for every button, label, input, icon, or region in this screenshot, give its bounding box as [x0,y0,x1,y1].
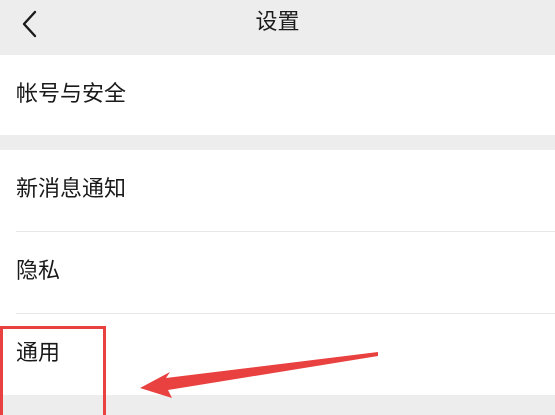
settings-item-label: 新消息通知 [16,177,127,202]
settings-item-general[interactable]: 通用 [0,314,555,394]
settings-item-label: 隐私 [16,259,61,284]
section-gap [0,395,555,415]
settings-screen: 设置 帐号与安全 新消息通知 隐私 通用 [0,0,555,415]
settings-item-label: 帐号与安全 [16,82,127,107]
settings-group-main: 新消息通知 隐私 通用 [0,150,555,395]
navigation-bar: 设置 [0,0,555,50]
settings-item-label: 通用 [16,341,61,366]
settings-group-account: 帐号与安全 [0,55,555,135]
settings-item-account-security[interactable]: 帐号与安全 [0,55,555,135]
page-title: 设置 [255,10,300,35]
settings-item-privacy[interactable]: 隐私 [0,232,555,312]
settings-item-notifications[interactable]: 新消息通知 [0,150,555,230]
